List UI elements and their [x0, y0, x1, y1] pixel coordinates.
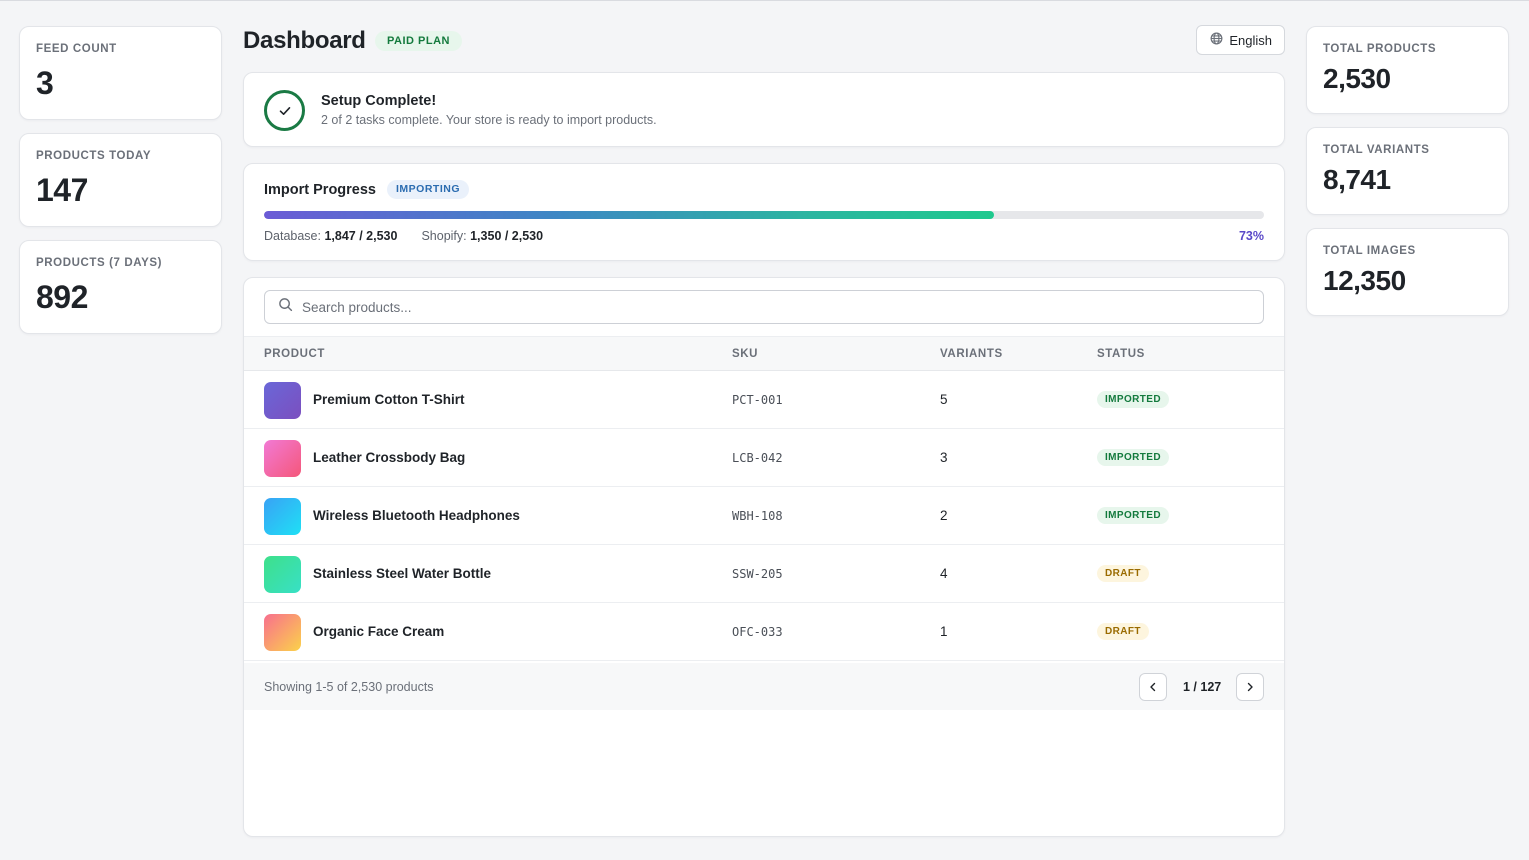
database-progress: Database: 1,847 / 2,530 — [264, 229, 397, 243]
table-row[interactable]: Organic Face Cream OFC-033 1 DRAFT — [244, 603, 1284, 661]
table-footer: Showing 1-5 of 2,530 products 1 / 127 — [244, 663, 1284, 710]
status-badge: DRAFT — [1097, 623, 1149, 640]
stat-card-feed-count: FEED COUNT 3 — [19, 26, 222, 120]
database-label: Database: — [264, 229, 321, 243]
stat-card-products-7-days: PRODUCTS (7 DAYS) 892 — [19, 240, 222, 334]
product-variants: 5 — [940, 392, 948, 407]
search-input[interactable] — [302, 299, 1263, 315]
search-icon — [278, 297, 293, 317]
import-progress-title: Import Progress — [264, 182, 376, 198]
status-badge: DRAFT — [1097, 565, 1149, 582]
setup-complete-card: Setup Complete! 2 of 2 tasks complete. Y… — [243, 72, 1285, 147]
progress-percent: 73% — [1238, 229, 1264, 243]
table-row[interactable]: Wireless Bluetooth Headphones WBH-108 2 … — [244, 487, 1284, 545]
next-page-button[interactable] — [1236, 673, 1264, 701]
table-row[interactable]: Stainless Steel Water Bottle SSW-205 4 D… — [244, 545, 1284, 603]
product-variants: 1 — [940, 624, 948, 639]
stat-label: TOTAL PRODUCTS — [1323, 43, 1437, 55]
stat-card-total-variants: TOTAL VARIANTS 8,741 — [1306, 127, 1509, 215]
stat-value: 147 — [36, 172, 88, 208]
stat-value: 892 — [36, 279, 88, 315]
shopify-value: 1,350 / 2,530 — [470, 229, 544, 243]
table-body: Premium Cotton T-Shirt PCT-001 5 IMPORTE… — [244, 371, 1284, 661]
product-name[interactable]: Wireless Bluetooth Headphones — [313, 508, 520, 523]
stat-card-total-images: TOTAL IMAGES 12,350 — [1306, 228, 1509, 316]
stat-label: PRODUCTS TODAY — [36, 150, 152, 162]
status-badge: IMPORTED — [1097, 449, 1169, 466]
product-sku: OFC-033 — [732, 625, 783, 639]
import-progress-fill — [264, 211, 994, 219]
page-indicator: 1 / 127 — [1183, 680, 1222, 694]
product-thumbnail — [264, 614, 301, 651]
stat-card-total-products: TOTAL PRODUCTS 2,530 — [1306, 26, 1509, 114]
stat-label: TOTAL VARIANTS — [1323, 144, 1430, 156]
product-sku: PCT-001 — [732, 393, 783, 407]
product-thumbnail — [264, 440, 301, 477]
page-title: Dashboard — [243, 27, 366, 54]
page-header: Dashboard PAID PLAN English — [243, 25, 1285, 72]
shopify-label: Shopify: — [421, 229, 467, 243]
product-thumbnail — [264, 556, 301, 593]
import-progress-card: Import Progress IMPORTING Database: 1,84… — [243, 163, 1285, 261]
chevron-left-icon — [1148, 680, 1158, 695]
column-header-product[interactable]: PRODUCT — [264, 348, 325, 360]
product-thumbnail — [264, 498, 301, 535]
table-row[interactable]: Premium Cotton T-Shirt PCT-001 5 IMPORTE… — [244, 371, 1284, 429]
left-stats-column: FEED COUNT 3 PRODUCTS TODAY 147 PRODUCTS… — [19, 26, 222, 347]
importing-status-badge: IMPORTING — [387, 180, 469, 199]
globe-icon — [1210, 32, 1223, 48]
check-circle-icon — [264, 90, 305, 131]
stat-card-products-today: PRODUCTS TODAY 147 — [19, 133, 222, 227]
database-value: 1,847 / 2,530 — [324, 229, 398, 243]
product-name[interactable]: Leather Crossbody Bag — [313, 450, 465, 465]
language-button[interactable]: English — [1196, 25, 1285, 55]
column-header-variants[interactable]: VARIANTS — [940, 348, 1003, 360]
product-name[interactable]: Premium Cotton T-Shirt — [313, 392, 465, 407]
language-label: English — [1229, 32, 1272, 48]
status-badge: IMPORTED — [1097, 507, 1169, 524]
chevron-right-icon — [1245, 680, 1255, 695]
main-content: Dashboard PAID PLAN English Setup Comple… — [243, 25, 1285, 837]
stat-value: 8,741 — [1323, 164, 1391, 195]
column-header-status[interactable]: STATUS — [1097, 348, 1145, 360]
plan-badge: PAID PLAN — [375, 31, 462, 51]
product-name[interactable]: Organic Face Cream — [313, 624, 444, 639]
stat-label: PRODUCTS (7 DAYS) — [36, 257, 163, 269]
right-stats-column: TOTAL PRODUCTS 2,530 TOTAL VARIANTS 8,74… — [1306, 26, 1509, 329]
setup-title: Setup Complete! — [321, 93, 437, 109]
products-table-card: PRODUCT SKU VARIANTS STATUS Premium Cott… — [243, 277, 1285, 837]
product-variants: 3 — [940, 450, 948, 465]
status-badge: IMPORTED — [1097, 391, 1169, 408]
progress-meta: Database: 1,847 / 2,530 Shopify: 1,350 /… — [264, 229, 543, 243]
setup-subtitle: 2 of 2 tasks complete. Your store is rea… — [321, 113, 657, 127]
showing-count: Showing 1-5 of 2,530 products — [264, 680, 434, 694]
stat-label: TOTAL IMAGES — [1323, 245, 1416, 257]
stat-value: 12,350 — [1323, 265, 1406, 296]
column-header-sku[interactable]: SKU — [732, 348, 758, 360]
stat-value: 2,530 — [1323, 63, 1391, 94]
product-name[interactable]: Stainless Steel Water Bottle — [313, 566, 491, 581]
table-header: PRODUCT SKU VARIANTS STATUS — [244, 336, 1284, 371]
stat-label: FEED COUNT — [36, 43, 117, 55]
table-row[interactable]: Leather Crossbody Bag LCB-042 3 IMPORTED — [244, 429, 1284, 487]
product-sku: WBH-108 — [732, 509, 783, 523]
product-variants: 4 — [940, 566, 948, 581]
stat-value: 3 — [36, 65, 54, 101]
import-progress-bar — [264, 211, 1264, 219]
product-variants: 2 — [940, 508, 948, 523]
shopify-progress: Shopify: 1,350 / 2,530 — [421, 229, 543, 243]
previous-page-button[interactable] — [1139, 673, 1167, 701]
product-sku: SSW-205 — [732, 567, 783, 581]
product-sku: LCB-042 — [732, 451, 783, 465]
product-thumbnail — [264, 382, 301, 419]
search-box — [264, 290, 1264, 324]
